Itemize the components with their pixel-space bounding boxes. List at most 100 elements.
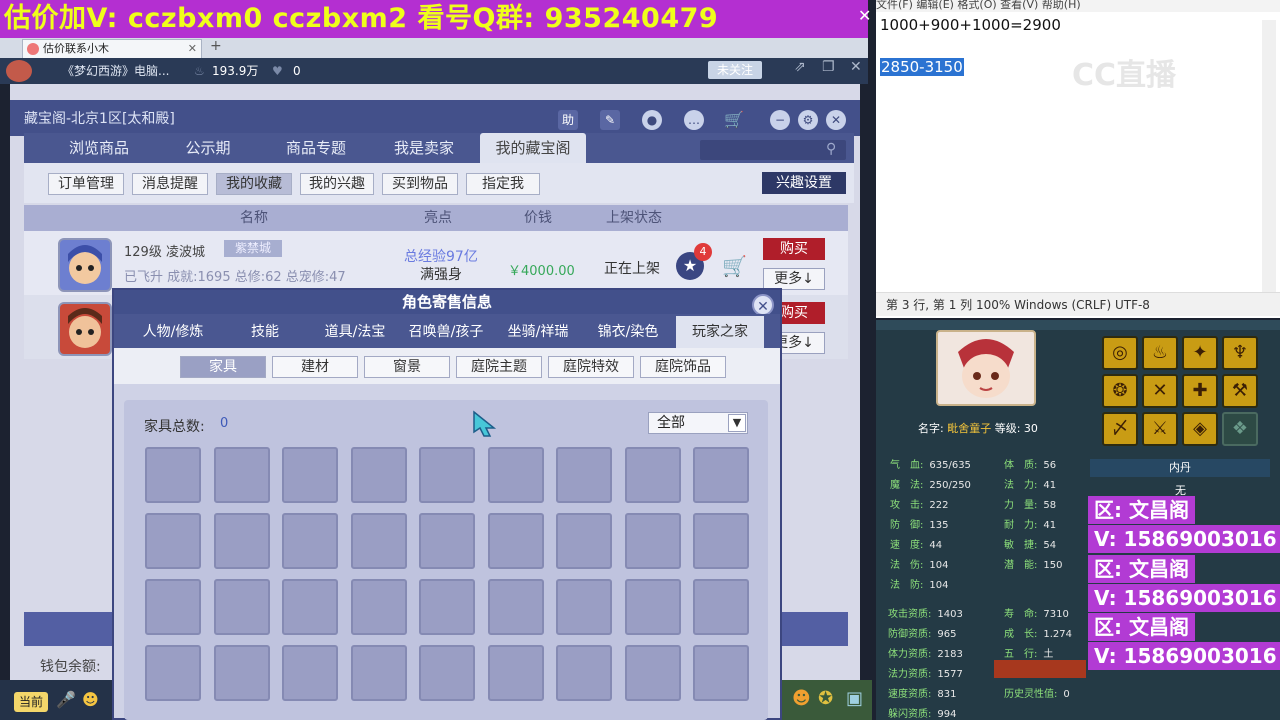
channel-button[interactable]: 当前 (14, 692, 48, 712)
popout-icon[interactable]: ❐ (822, 59, 835, 75)
skill-icon[interactable]: ♆ (1222, 336, 1258, 370)
bought-button[interactable]: 买到物品 (382, 173, 458, 195)
skill-icon[interactable]: 〆 (1102, 412, 1138, 446)
furniture-slot[interactable] (487, 513, 544, 569)
close-icon[interactable]: ✕ (752, 294, 774, 316)
furniture-slot[interactable] (145, 447, 201, 503)
skill-icon[interactable]: ⚔ (1142, 412, 1178, 446)
furniture-slot[interactable] (282, 513, 338, 569)
interest-settings-button[interactable]: 兴趣设置 (762, 172, 846, 194)
pet-icon[interactable]: ☻ (792, 688, 811, 709)
add-cart-icon[interactable]: 🛒 (722, 254, 747, 278)
tab-browse[interactable]: 浏览商品 (46, 133, 152, 163)
streamer-avatar[interactable] (6, 60, 32, 82)
furniture-slot[interactable] (624, 645, 681, 701)
tab-character[interactable]: 人物/修炼 (124, 316, 222, 348)
record-icon[interactable]: ● (642, 110, 662, 130)
notify-button[interactable]: 消息提醒 (132, 173, 208, 195)
furniture-slot[interactable] (350, 645, 407, 701)
character-avatar[interactable] (58, 302, 112, 356)
furniture-slot[interactable] (213, 447, 270, 503)
close-icon[interactable]: ✕ (826, 110, 846, 130)
minimize-icon[interactable]: − (770, 110, 790, 130)
chat-icon[interactable]: … (684, 110, 704, 130)
tab-seller[interactable]: 我是卖家 (374, 133, 474, 163)
furniture-slot[interactable] (556, 447, 612, 503)
furniture-slot[interactable] (624, 447, 681, 503)
tab-items[interactable]: 道具/法宝 (316, 316, 394, 348)
skill-icon[interactable]: ✚ (1182, 374, 1218, 408)
skill-icon[interactable]: ♨ (1142, 336, 1178, 370)
skill-icon[interactable]: ⚒ (1222, 374, 1258, 408)
furniture-slot[interactable] (487, 579, 544, 635)
skill-icon[interactable]: ❂ (1102, 374, 1138, 408)
furniture-slot[interactable] (213, 645, 270, 701)
search-icon[interactable]: ⚲ (826, 141, 836, 157)
team-icon[interactable]: ✪ (818, 688, 833, 709)
tab-my-treasure[interactable]: 我的藏宝阁 (480, 133, 586, 163)
furniture-slot[interactable] (213, 513, 270, 569)
cart-icon[interactable]: 🛒 (724, 110, 744, 130)
tab-pets[interactable]: 召唤兽/孩子 (398, 316, 494, 348)
furniture-slot[interactable] (145, 513, 201, 569)
filter-materials[interactable]: 建材 (272, 356, 358, 378)
skill-icon[interactable]: ❖ (1222, 412, 1258, 446)
buy-button[interactable]: 购买 (763, 238, 825, 260)
help-button[interactable]: 助 (558, 110, 578, 130)
tab-outfits[interactable]: 锦衣/染色 (588, 316, 668, 348)
order-button[interactable]: 订单管理 (48, 173, 124, 195)
furniture-slot[interactable] (487, 645, 544, 701)
skill-icon[interactable]: ◎ (1102, 336, 1138, 370)
follow-button[interactable]: 未关注 (708, 61, 762, 79)
chevron-down-icon[interactable]: ▼ (728, 414, 746, 432)
furniture-slot[interactable] (282, 645, 338, 701)
furniture-slot[interactable] (350, 513, 407, 569)
furniture-slot[interactable] (624, 513, 681, 569)
furniture-slot[interactable] (624, 579, 681, 635)
furniture-slot[interactable] (282, 579, 338, 635)
new-tab-button[interactable]: + (210, 38, 222, 54)
system-icon[interactable]: ▣ (846, 688, 863, 709)
furniture-slot[interactable] (213, 579, 270, 635)
furniture-slot[interactable] (419, 447, 475, 503)
skill-icon[interactable]: ✕ (1142, 374, 1178, 408)
furniture-slot[interactable] (693, 513, 749, 569)
filter-yard-theme[interactable]: 庭院主题 (456, 356, 542, 378)
tab-skills[interactable]: 技能 (222, 316, 308, 348)
skill-icon[interactable]: ◈ (1182, 412, 1218, 446)
notepad-selected-line[interactable]: 2850-3150 (880, 58, 964, 76)
tab-topics[interactable]: 商品专题 (266, 133, 366, 163)
furniture-slot[interactable] (350, 447, 407, 503)
tab-close-icon[interactable]: ✕ (188, 40, 197, 58)
browser-tab[interactable]: 估价联系小木 ✕ (22, 39, 202, 58)
furniture-slot[interactable] (556, 579, 612, 635)
furniture-slot[interactable] (419, 645, 475, 701)
tab-mounts[interactable]: 坐骑/祥瑞 (496, 316, 580, 348)
favorites-button[interactable]: 我的收藏 (216, 173, 292, 195)
settings-icon[interactable]: ⚙ (798, 110, 818, 130)
interest-button[interactable]: 我的兴趣 (300, 173, 374, 195)
character-avatar[interactable] (58, 238, 112, 292)
furniture-slot[interactable] (145, 579, 201, 635)
furniture-slot[interactable] (487, 447, 544, 503)
furniture-slot[interactable] (419, 513, 475, 569)
notepad-line[interactable]: 1000+900+1000=2900 (880, 16, 1061, 34)
filter-windows[interactable]: 窗景 (364, 356, 450, 378)
microphone-icon[interactable]: 🎤 (56, 690, 76, 709)
tab-public[interactable]: 公示期 (158, 133, 258, 163)
filter-yard-decor[interactable]: 庭院饰品 (640, 356, 726, 378)
notepad-menu[interactable]: 文件(F) 编辑(E) 格式(O) 查看(V) 帮助(H) (876, 0, 1280, 12)
close-icon[interactable]: ✕ (858, 6, 871, 25)
assigned-button[interactable]: 指定我 (466, 173, 540, 195)
edit-icon[interactable]: ✎ (600, 110, 620, 130)
furniture-slot[interactable] (693, 579, 749, 635)
search-input[interactable] (700, 140, 846, 160)
share-icon[interactable]: ⇗ (794, 59, 806, 75)
scrollbar[interactable] (1262, 20, 1276, 292)
furniture-slot[interactable] (693, 645, 749, 701)
furniture-slot[interactable] (282, 447, 338, 503)
close-icon[interactable]: ✕ (850, 59, 862, 75)
filter-yard-effect[interactable]: 庭院特效 (548, 356, 634, 378)
furniture-slot[interactable] (556, 645, 612, 701)
tab-home[interactable]: 玩家之家 (676, 316, 764, 348)
